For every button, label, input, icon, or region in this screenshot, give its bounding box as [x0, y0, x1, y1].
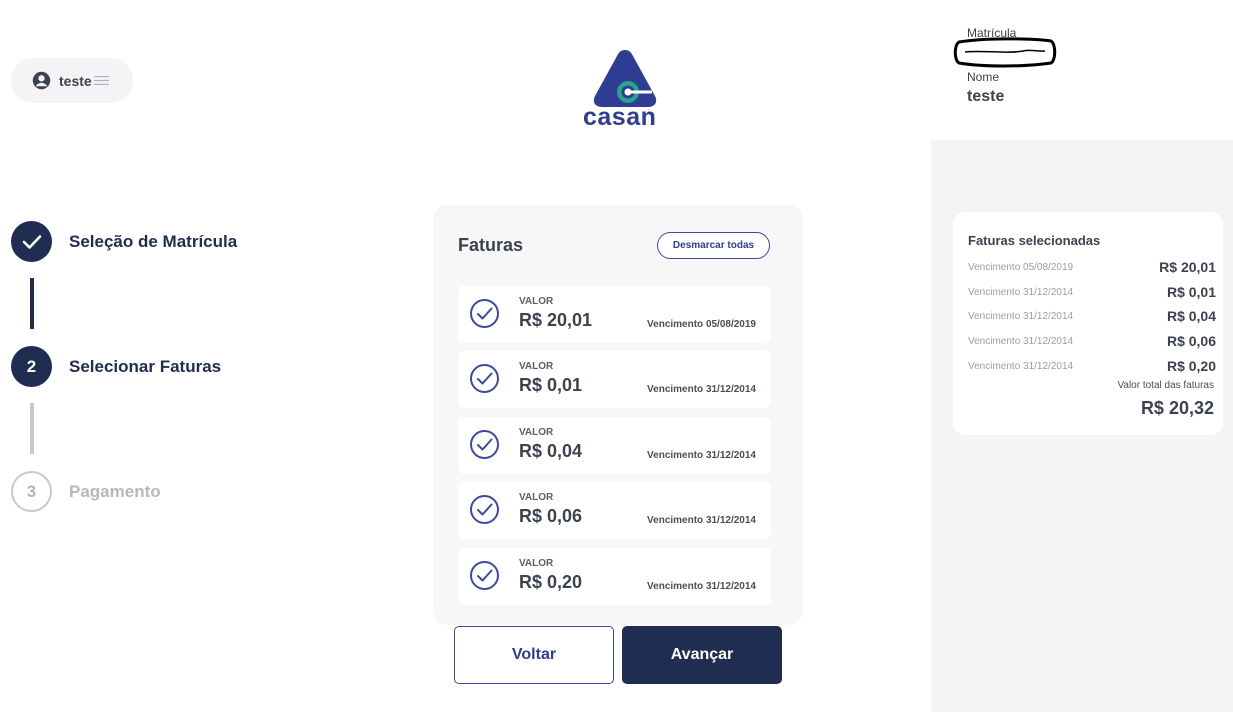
- invoice-card[interactable]: VALOR R$ 0,01 Vencimento 31/12/2014: [458, 351, 771, 408]
- invoice-value: R$ 0,01: [519, 375, 583, 395]
- redaction-scribble-icon: [953, 37, 1057, 68]
- summary-due: Vencimento 31/12/2014: [968, 287, 1074, 298]
- user-menu-button[interactable]: teste: [11, 58, 133, 103]
- checked-circle-icon[interactable]: [469, 363, 500, 394]
- summary-due: Vencimento 31/12/2014: [968, 361, 1074, 372]
- unselect-all-button[interactable]: Desmarcar todas: [657, 232, 770, 259]
- invoice-card[interactable]: VALOR R$ 20,01 Vencimento 05/08/2019: [458, 286, 771, 343]
- summary-amount: R$ 0,20: [1166, 358, 1216, 374]
- checked-circle-icon[interactable]: [469, 429, 500, 460]
- invoice-value: R$ 20,01: [519, 310, 593, 330]
- invoice-due-date: Vencimento 31/12/2014: [647, 384, 756, 395]
- summary-amount: R$ 20,01: [1159, 259, 1216, 275]
- summary-amount: R$ 0,04: [1166, 308, 1216, 324]
- hamburger-menu-icon: [93, 76, 109, 85]
- summary-due: Vencimento 31/12/2014: [968, 311, 1074, 322]
- next-button[interactable]: Avançar: [622, 626, 782, 684]
- summary-title: Faturas selecionadas: [968, 233, 1101, 248]
- checked-circle-icon[interactable]: [469, 494, 500, 525]
- invoice-value: R$ 0,20: [519, 572, 583, 592]
- invoice-value-label: VALOR: [519, 427, 554, 438]
- checked-circle-icon[interactable]: [469, 560, 500, 591]
- summary-amount: R$ 0,01: [1166, 284, 1216, 300]
- account-info-card: Matrícula Nome teste: [953, 10, 1223, 121]
- user-avatar-icon: [32, 71, 51, 90]
- summary-amount: R$ 0,06: [1166, 333, 1216, 349]
- step-selecionar-faturas: 2 Selecionar Faturas: [11, 346, 221, 387]
- invoice-value-label: VALOR: [519, 492, 554, 503]
- checked-circle-icon[interactable]: [469, 298, 500, 329]
- invoice-card[interactable]: VALOR R$ 0,06 Vencimento 31/12/2014: [458, 482, 771, 539]
- invoice-value-label: VALOR: [519, 558, 554, 569]
- step-pagamento: 3 Pagamento: [11, 471, 161, 512]
- invoice-value-label: VALOR: [519, 296, 554, 307]
- total-label: Valor total das faturas: [1117, 380, 1214, 391]
- summary-due: Vencimento 05/08/2019: [968, 262, 1074, 273]
- checkmark-icon: [22, 234, 41, 249]
- invoice-due-date: Vencimento 31/12/2014: [647, 515, 756, 526]
- summary-due: Vencimento 31/12/2014: [968, 336, 1074, 347]
- step-selecao-matricula: Seleção de Matrícula: [11, 221, 237, 262]
- step-2-label: Selecionar Faturas: [69, 356, 222, 376]
- total-value: R$ 20,32: [1140, 398, 1214, 418]
- invoice-due-date: Vencimento 05/08/2019: [647, 319, 756, 330]
- invoice-due-date: Vencimento 31/12/2014: [647, 450, 756, 461]
- step-connector-2: [30, 403, 34, 454]
- step-3-circle: 3: [11, 471, 52, 512]
- invoice-value: R$ 0,06: [519, 506, 583, 526]
- step-2-circle: 2: [11, 346, 52, 387]
- back-button[interactable]: Voltar: [454, 626, 614, 684]
- selected-invoices-summary: Faturas selecionadas Vencimento 05/08/20…: [953, 212, 1223, 435]
- step-1-circle: [11, 221, 52, 262]
- step-1-label: Seleção de Matrícula: [69, 231, 238, 251]
- invoice-due-date: Vencimento 31/12/2014: [647, 581, 756, 592]
- user-name: teste: [59, 72, 92, 89]
- invoice-value-label: VALOR: [519, 361, 554, 372]
- step-3-label: Pagamento: [69, 481, 161, 501]
- nome-label: Nome: [967, 70, 1000, 84]
- step-connector-1: [30, 278, 34, 329]
- invoice-card[interactable]: VALOR R$ 0,04 Vencimento 31/12/2014: [458, 417, 771, 474]
- faturas-title: Faturas: [458, 235, 524, 255]
- logo-text: casan: [583, 103, 657, 131]
- invoice-value: R$ 0,04: [519, 441, 583, 461]
- faturas-panel: Faturas Desmarcar todas VALOR R$ 20,01 V…: [433, 205, 803, 625]
- invoice-card[interactable]: VALOR R$ 0,20 Vencimento 31/12/2014: [458, 548, 771, 605]
- nome-value: teste: [967, 88, 1005, 105]
